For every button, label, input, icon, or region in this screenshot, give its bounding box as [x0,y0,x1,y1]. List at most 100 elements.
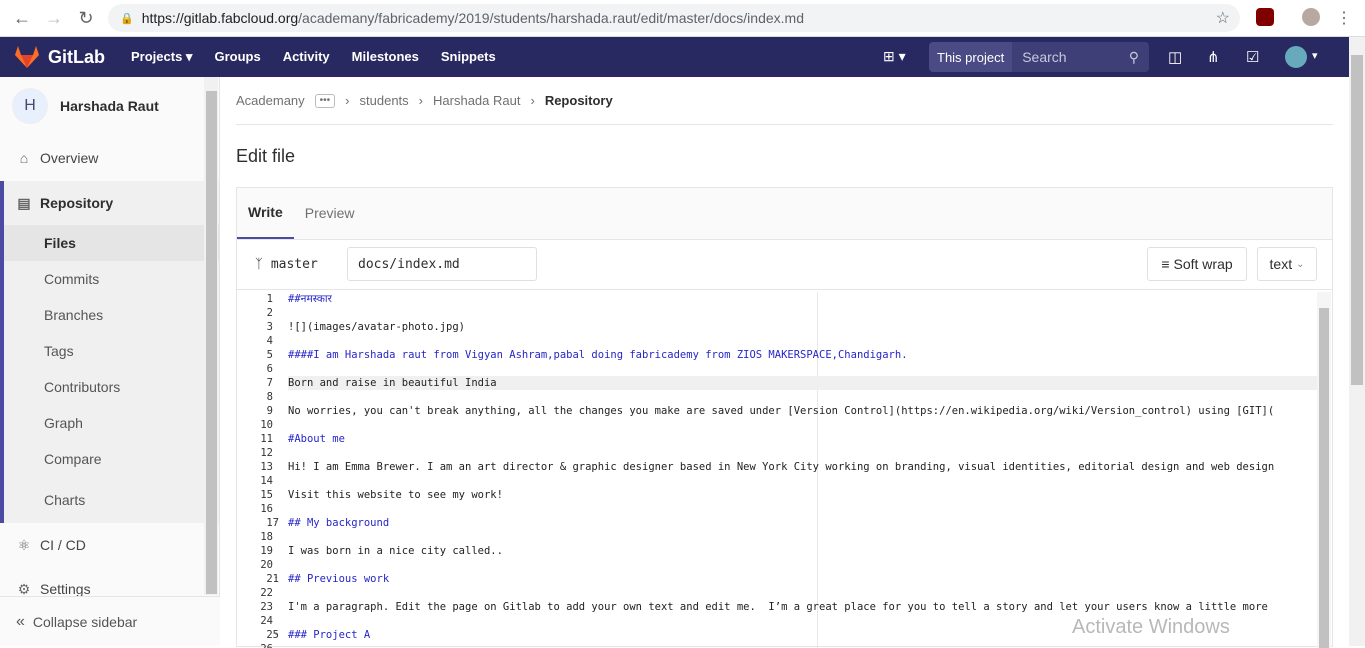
sidebar-item-graph[interactable]: Graph [0,405,219,441]
code-line[interactable]: Visit this website to see my work! [288,488,1317,502]
breadcrumb-more-button[interactable]: ••• [314,93,336,108]
fold-icon[interactable]: ▾ [274,518,278,526]
gitlab-logo[interactable]: GitLab [14,45,105,69]
code-line[interactable] [288,558,1317,572]
code-line[interactable] [288,446,1317,460]
project-sidebar: H Harshada Raut ⌂ Overview ▤ Repository Fi… [0,77,220,646]
url-path: /academany/fabricademy/2019/students/har… [298,10,804,26]
browser-toolbar: ← → ↻ 🔒 https://gitlab.fabcloud.org/acad… [0,0,1365,37]
editor-scrollbar[interactable] [1317,292,1331,648]
soft-wrap-button[interactable]: ≡ Soft wrap [1147,247,1247,281]
breadcrumb-harshada[interactable]: Harshada Raut [433,93,520,108]
star-icon[interactable]: ☆ [1216,8,1230,28]
line-number: 8 [266,391,273,403]
sidebar-item-compare[interactable]: Compare [0,441,219,477]
sidebar-item-overview[interactable]: ⌂ Overview [0,135,219,181]
code-line[interactable]: #About me [288,432,1317,446]
sidebar-item-commits[interactable]: Commits [0,261,219,297]
code-line[interactable]: I was born in a nice city called.. [288,544,1317,558]
breadcrumb-students[interactable]: students [360,93,409,108]
sidebar-item-cicd[interactable]: ⚛ CI / CD [0,523,219,567]
nav-snippets[interactable]: Snippets [441,49,496,65]
code-line[interactable]: ## My background [288,516,1317,530]
nav-groups[interactable]: Groups [214,49,260,65]
sidebar-item-charts[interactable]: Charts [0,477,219,523]
line-number: 14 [260,475,273,487]
tab-preview[interactable]: Preview [294,187,366,239]
code-line[interactable] [288,530,1317,544]
search-icon: ⚲ [1128,48,1139,65]
rocket-icon: ⚛ [17,536,31,553]
code-line[interactable]: ##नमस्कार [288,292,1317,306]
code-area[interactable]: 1 2 3 4 5 6 7 8 9 10 11 12 13 14 15 16 17 ▾ 18 19 20 21 ▾ 22 23 2… [237,292,1317,648]
sidebar-item-branches[interactable]: Branches [0,297,219,333]
fold-icon[interactable]: ▾ [274,630,278,638]
issues-icon[interactable]: ◫ [1168,48,1182,66]
merge-requests-icon[interactable]: ⋔ [1207,48,1220,66]
tanuki-icon [15,46,39,68]
code-line[interactable]: Born and raise in beautiful India [288,376,1317,390]
tab-write[interactable]: Write [237,187,294,239]
reload-icon[interactable]: ↻ [70,2,102,34]
chevron-right-icon: › [418,93,424,108]
search-box[interactable]: This project Search ⚲ [929,42,1149,72]
file-type-select[interactable]: text ⌄ [1257,247,1317,281]
user-menu-chevron-icon[interactable]: ▾ [1312,49,1318,62]
chevron-down-icon: ⌄ [1296,258,1305,270]
sidebar-item-repository[interactable]: ▤ Repository [0,181,219,225]
ublock-icon[interactable] [1256,8,1274,26]
breadcrumb-current[interactable]: Repository [545,93,613,108]
file-name-input[interactable]: docs/index.md [347,247,537,281]
sidebar-project[interactable]: H Harshada Raut [0,77,219,135]
code-line[interactable]: ####I am Harshada raut from Vigyan Ashra… [288,348,1317,362]
user-avatar[interactable] [1285,46,1307,68]
editor-tabs: Write Preview [237,188,1332,240]
nav-milestones[interactable]: Milestones [352,49,419,65]
code-line[interactable] [288,390,1317,404]
code-line[interactable] [288,474,1317,488]
code-line[interactable]: ## Previous work [288,572,1317,586]
code-line[interactable] [288,362,1317,376]
editor-toolbar: ᛉ master docs/index.md ≡ Soft wrap text ⌄ [237,240,1332,290]
back-icon[interactable]: ← [6,2,38,34]
code-line[interactable]: I'm a paragraph. Edit the page on Gitlab… [288,600,1317,614]
search-scope[interactable]: This project [929,42,1013,72]
menu-icon[interactable]: ⋮ [1336,8,1352,28]
breadcrumb-academany[interactable]: Academany [236,93,305,108]
code-line[interactable] [288,334,1317,348]
window-scrollbar[interactable] [1349,37,1365,646]
line-number: 13 [260,461,273,473]
search-input[interactable]: Search ⚲ [1012,42,1149,72]
code-line[interactable] [288,586,1317,600]
nav-projects[interactable]: Projects ▾ [131,49,192,65]
collapse-sidebar-button[interactable]: «Collapse sidebar [0,596,220,646]
project-name: Harshada Raut [60,98,159,114]
profile-avatar-icon[interactable] [1302,8,1320,26]
code-lines[interactable]: ##नमस्कार ![](images/avatar-photo.jpg) ###… [288,292,1317,648]
forward-icon[interactable]: → [38,2,70,34]
home-icon: ⌂ [19,150,29,166]
code-line[interactable]: No worries, you can't break anything, al… [288,404,1317,418]
code-line[interactable] [288,306,1317,320]
sidebar-item-tags[interactable]: Tags [0,333,219,369]
line-number: 26 [237,642,281,648]
sidebar-item-files[interactable]: Files [0,225,219,261]
sidebar-scrollbar[interactable] [204,77,218,595]
line-number: 1 [266,293,273,305]
line-number: 22 [260,587,273,599]
address-bar[interactable]: 🔒 https://gitlab.fabcloud.org/academany/… [108,4,1240,32]
wrap-icon: ≡ [1161,256,1170,272]
fold-icon[interactable]: ▾ [274,574,278,582]
todos-icon[interactable]: ☑ [1246,48,1259,66]
code-line[interactable] [288,418,1317,432]
line-number: 2 [266,307,273,319]
code-line[interactable]: ![](images/avatar-photo.jpg) [288,320,1317,334]
gitlab-brand: GitLab [48,46,105,67]
code-line[interactable]: Hi! I am Emma Brewer. I am an art direct… [288,460,1317,474]
nav-activity[interactable]: Activity [283,49,330,65]
branch-label: ᛉ master [255,257,318,272]
line-number: 5 [266,349,273,361]
code-line[interactable] [288,502,1317,516]
new-dropdown[interactable]: ⊞ ▾ [883,48,906,65]
sidebar-item-contributors[interactable]: Contributors [0,369,219,405]
